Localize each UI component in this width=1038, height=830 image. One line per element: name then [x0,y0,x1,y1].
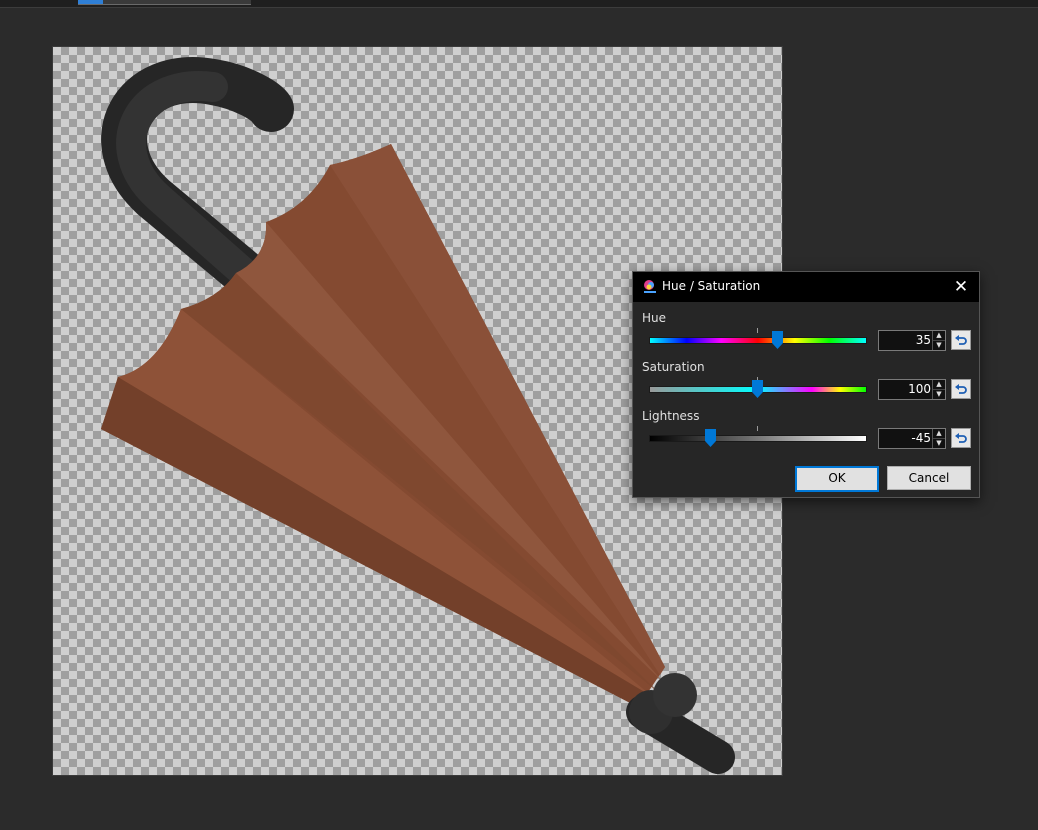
top-tab-strip [0,0,1038,8]
hue-saturation-dialog: Hue / Saturation ✕ Hue 35 ▲ ▼ Saturation… [632,271,980,498]
saturation-slider[interactable] [649,377,867,398]
hue-value: 35 [915,333,931,347]
saturation-increment-button[interactable]: ▲ [933,380,945,389]
hue-spinner: ▲ ▼ [932,331,945,350]
lightness-spinner: ▲ ▼ [932,429,945,448]
hue-value-input[interactable]: 35 ▲ ▼ [878,330,946,351]
lightness-slider[interactable] [649,426,867,447]
hue-reset-button[interactable] [951,330,971,350]
lightness-reset-button[interactable] [951,428,971,448]
saturation-spinner: ▲ ▼ [932,380,945,399]
dialog-titlebar: Hue / Saturation ✕ [633,272,979,302]
dialog-title: Hue / Saturation [662,279,761,293]
close-icon[interactable]: ✕ [951,277,971,297]
saturation-decrement-button[interactable]: ▼ [933,389,945,399]
hue-center-tick [757,328,758,333]
saturation-label: Saturation [642,360,705,374]
saturation-value-input[interactable]: 100 ▲ ▼ [878,379,946,400]
reset-arrow-icon [955,433,967,443]
hue-increment-button[interactable]: ▲ [933,331,945,340]
saturation-value: 100 [908,382,931,396]
reset-arrow-icon [955,335,967,345]
lightness-label: Lightness [642,409,700,423]
active-tab-indicator [78,0,103,4]
lightness-decrement-button[interactable]: ▼ [933,438,945,448]
reset-arrow-icon [955,384,967,394]
hue-saturation-icon [644,280,656,293]
lightness-slider-thumb[interactable] [705,429,716,447]
cancel-button[interactable]: Cancel [887,466,971,490]
saturation-reset-button[interactable] [951,379,971,399]
lightness-value-input[interactable]: -45 ▲ ▼ [878,428,946,449]
hue-slider-thumb[interactable] [772,331,783,349]
lightness-center-tick [757,426,758,431]
lightness-track [649,435,867,442]
ok-button[interactable]: OK [795,466,879,492]
document-tab[interactable] [78,0,251,5]
hue-track [649,337,867,344]
lightness-increment-button[interactable]: ▲ [933,429,945,438]
hue-label: Hue [642,311,667,325]
hue-decrement-button[interactable]: ▼ [933,340,945,350]
saturation-slider-thumb[interactable] [752,380,763,398]
lightness-value: -45 [911,431,931,445]
hue-slider[interactable] [649,328,867,349]
